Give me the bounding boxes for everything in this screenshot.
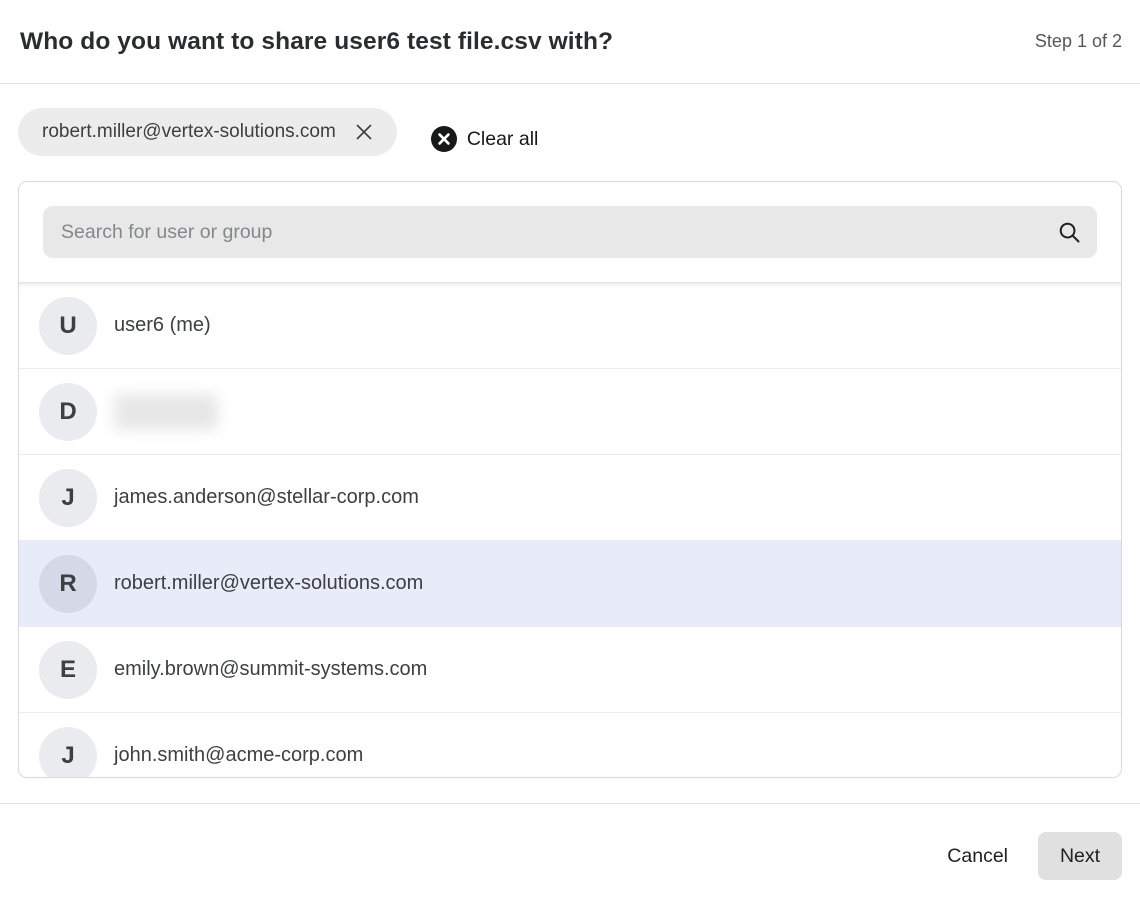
user-label: user6 (me): [114, 314, 211, 337]
circle-close-icon: [431, 126, 457, 152]
user-row[interactable]: J james.anderson@stellar-corp.com: [19, 455, 1121, 541]
user-label: robert.miller@vertex-solutions.com: [114, 572, 423, 595]
clear-all-button[interactable]: Clear all: [431, 126, 539, 152]
avatar: E: [39, 641, 97, 699]
avatar: D: [39, 383, 97, 441]
user-label: james.anderson@stellar-corp.com: [114, 486, 419, 509]
dialog-footer: Cancel Next: [0, 804, 1140, 880]
dialog-title: Who do you want to share user6 test file…: [20, 28, 613, 56]
chip-label: robert.miller@vertex-solutions.com: [42, 121, 336, 143]
avatar: J: [39, 727, 97, 779]
clear-all-label: Clear all: [467, 128, 539, 151]
selected-recipient-chip[interactable]: robert.miller@vertex-solutions.com: [18, 108, 397, 156]
redacted-name: [114, 394, 218, 430]
avatar: J: [39, 469, 97, 527]
user-row[interactable]: U user6 (me): [19, 283, 1121, 369]
user-row[interactable]: J john.smith@acme-corp.com: [19, 713, 1121, 778]
user-row[interactable]: E emily.brown@summit-systems.com: [19, 627, 1121, 713]
user-label: john.smith@acme-corp.com: [114, 744, 363, 767]
cancel-button[interactable]: Cancel: [923, 835, 1032, 878]
user-suggestion-list: U user6 (me) D J james.anderson@stellar-…: [19, 282, 1121, 778]
user-picker-panel: U user6 (me) D J james.anderson@stellar-…: [18, 181, 1122, 778]
dialog-header: Who do you want to share user6 test file…: [0, 0, 1140, 84]
avatar: U: [39, 297, 97, 355]
user-row[interactable]: R robert.miller@vertex-solutions.com: [19, 541, 1121, 627]
search-bar: [19, 182, 1121, 282]
step-indicator: Step 1 of 2: [1035, 31, 1122, 52]
avatar: R: [39, 555, 97, 613]
next-button[interactable]: Next: [1038, 832, 1122, 880]
user-label: emily.brown@summit-systems.com: [114, 658, 427, 681]
user-row[interactable]: D: [19, 369, 1121, 455]
search-input[interactable]: [43, 206, 1097, 258]
close-icon[interactable]: [353, 121, 375, 143]
selected-recipients-row: robert.miller@vertex-solutions.com Clear…: [18, 108, 1122, 156]
